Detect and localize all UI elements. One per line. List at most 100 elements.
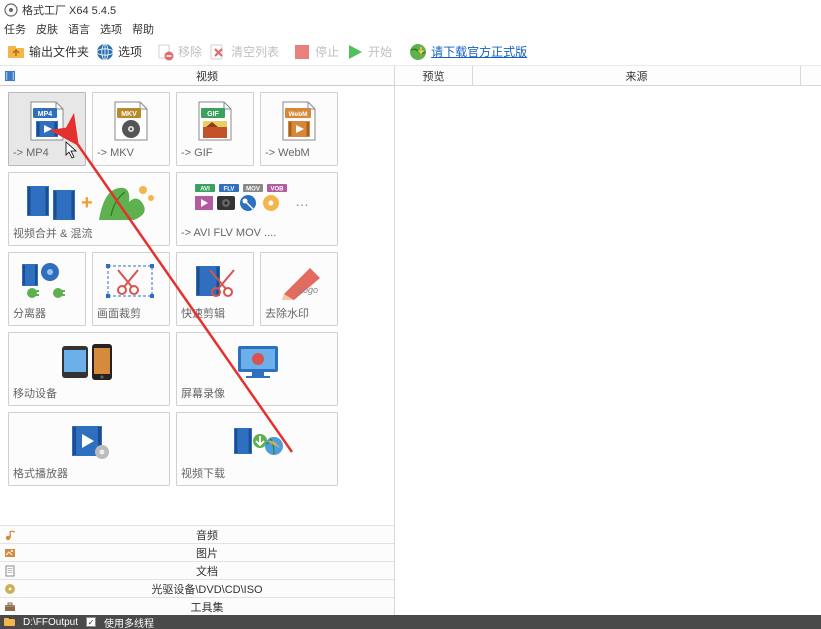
status-multithread-label: 使用多线程 <box>104 615 154 629</box>
svg-text:MKV: MKV <box>121 111 137 118</box>
section-document-label: 文档 <box>20 563 394 579</box>
section-document[interactable]: 文档 <box>0 561 394 579</box>
tile-mkv[interactable]: MKV -> MKV <box>92 92 170 166</box>
tile-fastclip-label: 快速剪辑 <box>181 305 249 321</box>
section-video-label: 视频 <box>20 68 394 84</box>
section-audio-label: 音频 <box>20 527 394 543</box>
clear-label: 清空列表 <box>231 43 279 60</box>
tile-screen-record[interactable]: 屏幕录像 <box>176 332 338 406</box>
tile-avi-label: -> AVI FLV MOV .... <box>181 225 333 241</box>
toolbox-icon <box>0 601 20 613</box>
tile-webm[interactable]: WebM -> WebM <box>260 92 338 166</box>
menu-skin[interactable]: 皮肤 <box>36 21 58 37</box>
tile-mobile-label: 移动设备 <box>13 385 165 401</box>
remove-button[interactable]: 移除 <box>155 42 202 62</box>
output-folder-button[interactable]: 输出文件夹 <box>6 42 89 62</box>
svg-text:AVI: AVI <box>200 187 210 193</box>
clear-list-button[interactable]: 清空列表 <box>208 42 279 62</box>
svg-text:+: + <box>81 192 93 214</box>
file-list-area[interactable] <box>395 86 821 615</box>
tile-player-label: 格式播放器 <box>13 465 165 481</box>
status-output-path[interactable]: D:\FFOutput <box>23 617 78 628</box>
menu-help[interactable]: 帮助 <box>132 21 154 37</box>
start-label: 开始 <box>368 43 392 60</box>
col-source[interactable]: 来源 <box>473 66 801 85</box>
tile-fast-clip[interactable]: 快速剪辑 <box>176 252 254 326</box>
svg-text:MOV: MOV <box>246 187 260 193</box>
left-panel: 视频 MP4 -> MP4 <box>0 66 395 615</box>
tile-mp4[interactable]: MP4 -> MP4 <box>8 92 86 166</box>
clear-icon <box>208 42 228 62</box>
right-columns-header: 预览 来源 <box>395 66 821 86</box>
tile-merge-mux[interactable]: + 视频合并 & 混流 <box>8 172 170 246</box>
menu-options[interactable]: 选项 <box>100 21 122 37</box>
section-image[interactable]: 图片 <box>0 543 394 561</box>
output-folder-label: 输出文件夹 <box>29 43 89 60</box>
status-bar: D:\FFOutput ✓ 使用多线程 <box>0 615 821 629</box>
tile-gif-label: -> GIF <box>181 145 249 161</box>
app-icon <box>4 3 18 17</box>
tile-splitter[interactable]: 分离器 <box>8 252 86 326</box>
tile-watermark-label: 去除水印 <box>265 305 333 321</box>
video-section-icon <box>0 70 20 82</box>
window-title: 格式工厂 X64 5.4.5 <box>22 2 116 18</box>
audio-icon <box>0 529 20 541</box>
right-panel: 预览 来源 <box>395 66 821 615</box>
video-tile-grid: MP4 -> MP4 MKV <box>0 86 394 498</box>
svg-text:…: … <box>295 193 309 209</box>
tile-mobile-device[interactable]: 移动设备 <box>8 332 170 406</box>
menu-task[interactable]: 任务 <box>4 21 26 37</box>
tile-gif[interactable]: GIF -> GIF <box>176 92 254 166</box>
globe-options-icon <box>95 42 115 62</box>
tile-format-player[interactable]: 格式播放器 <box>8 412 170 486</box>
tile-avi-flv-mov[interactable]: AVI FLV MOV VOB … -> AVI FLV MOV .... <box>176 172 338 246</box>
image-icon <box>0 547 20 559</box>
status-multithread-checkbox[interactable]: ✓ <box>86 617 96 627</box>
svg-text:WebM: WebM <box>288 111 307 118</box>
download-official-link[interactable]: 请下载官方正式版 <box>408 42 527 62</box>
download-globe-icon <box>408 42 428 62</box>
tile-mkv-label: -> MKV <box>97 145 165 161</box>
remove-label: 移除 <box>178 43 202 60</box>
section-audio[interactable]: 音频 <box>0 525 394 543</box>
stop-icon <box>292 42 312 62</box>
svg-text:VOB: VOB <box>270 187 284 193</box>
section-tools-label: 工具集 <box>20 599 394 615</box>
tile-video-download[interactable]: 视频下载 <box>176 412 338 486</box>
col-extra[interactable] <box>801 66 821 85</box>
remove-icon <box>155 42 175 62</box>
folder-icon <box>6 42 26 62</box>
svg-text:FLV: FLV <box>224 187 235 193</box>
toolbar: 输出文件夹 选项 移除 清空列表 停止 开始 请下载官方正式版 <box>0 38 821 66</box>
tile-screenrec-label: 屏幕录像 <box>181 385 333 401</box>
section-video-header[interactable]: 视频 <box>0 66 394 86</box>
svg-text:GIF: GIF <box>207 111 219 118</box>
download-link-label: 请下载官方正式版 <box>431 43 527 60</box>
section-tools[interactable]: 工具集 <box>0 597 394 615</box>
tile-merge-label: 视频合并 & 混流 <box>13 225 165 241</box>
status-folder-icon <box>4 617 15 627</box>
col-preview[interactable]: 预览 <box>395 66 473 85</box>
play-icon <box>345 42 365 62</box>
options-label: 选项 <box>118 43 142 60</box>
section-drive[interactable]: 光驱设备\DVD\CD\ISO <box>0 579 394 597</box>
svg-text:MP4: MP4 <box>38 111 53 118</box>
svg-text:Loġo: Loġo <box>298 285 318 295</box>
section-image-label: 图片 <box>20 545 394 561</box>
tile-splitter-label: 分离器 <box>13 305 81 321</box>
menu-language[interactable]: 语言 <box>68 21 90 37</box>
menu-bar: 任务 皮肤 语言 选项 帮助 <box>0 20 821 38</box>
mouse-cursor-icon <box>65 141 79 159</box>
tile-remove-watermark[interactable]: Loġo 去除水印 <box>260 252 338 326</box>
title-bar: 格式工厂 X64 5.4.5 <box>0 0 821 20</box>
document-icon <box>0 565 20 577</box>
tile-webm-label: -> WebM <box>265 145 333 161</box>
tile-crop[interactable]: 画面裁剪 <box>92 252 170 326</box>
start-button[interactable]: 开始 <box>345 42 392 62</box>
options-button[interactable]: 选项 <box>95 42 142 62</box>
tile-crop-label: 画面裁剪 <box>97 305 165 321</box>
tile-download-label: 视频下载 <box>181 465 333 481</box>
section-drive-label: 光驱设备\DVD\CD\ISO <box>20 581 394 597</box>
stop-label: 停止 <box>315 43 339 60</box>
stop-button[interactable]: 停止 <box>292 42 339 62</box>
